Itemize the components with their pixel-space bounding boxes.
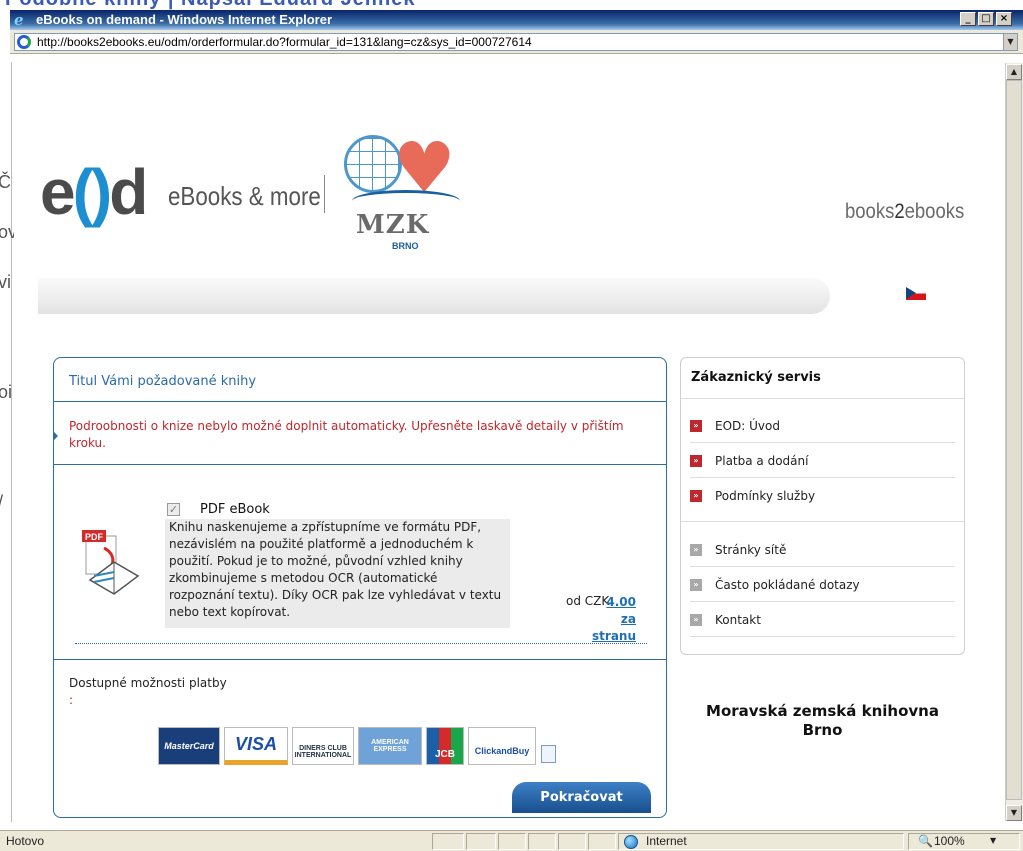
minimize-button[interactable]: _ — [960, 12, 976, 26]
library-name-line: Brno — [802, 721, 843, 739]
sidebar-item-podminky[interactable]: » Podmínky služby — [690, 488, 815, 508]
price-link-line[interactable]: 4.00 za — [588, 594, 636, 628]
window-title: eBooks on demand - Windows Internet Expl… — [36, 12, 333, 27]
document-icon — [541, 745, 556, 763]
pdf-ebook-checkbox[interactable]: ✓ — [167, 503, 180, 516]
pdf-book-icon: PDF — [82, 530, 140, 595]
background-edge: Č ov vi oi / — [0, 62, 17, 822]
double-chevron-icon: » — [690, 420, 702, 432]
brand-part: 2 — [894, 200, 905, 223]
double-chevron-icon: » — [690, 490, 702, 502]
status-cell — [432, 833, 464, 850]
diners-club-icon: DINERS CLUB INTERNATIONAL — [292, 727, 354, 765]
scroll-up-arrow-icon[interactable]: ▲ — [1006, 64, 1022, 80]
scroll-down-arrow-icon[interactable]: ▼ — [1006, 805, 1022, 821]
divider — [54, 464, 666, 465]
background-page: Podobné knihy | Napsal Eduard Jelínek — [0, 0, 1023, 10]
partner-logo-name: MZK — [356, 210, 430, 240]
divider — [690, 636, 955, 637]
divider — [681, 521, 964, 522]
logo-letter: () — [72, 156, 113, 228]
double-chevron-icon: » — [690, 614, 702, 626]
logo-divider — [324, 175, 325, 213]
logo-letter: d — [109, 156, 148, 228]
background-letter: Č — [0, 172, 11, 192]
zoom-level[interactable]: 100% — [934, 834, 965, 848]
sidebar-item-stranky[interactable]: » Stránky sítě — [690, 542, 786, 562]
divider — [690, 601, 955, 602]
sidebar-item-eod-uvod[interactable]: » EOD: Úvod — [690, 418, 780, 438]
clickandbuy-icon: ClickandBuy — [468, 727, 536, 765]
background-banner: Podobné knihy | Napsal Eduard Jelínek — [5, 0, 415, 10]
divider — [690, 566, 955, 567]
divider — [54, 659, 666, 660]
panel-title: Titul Vámi požadované knihy — [69, 374, 257, 389]
logo-tagline: eBooks & more — [168, 181, 321, 211]
visa-icon: VISA — [224, 727, 288, 765]
logo-letter: e — [40, 156, 76, 228]
status-cell — [528, 833, 556, 850]
books2ebooks-logo[interactable]: books2ebooks — [845, 200, 964, 224]
price-link[interactable]: 4.00 za stranu — [588, 594, 636, 645]
warning-arrow-icon — [53, 431, 58, 441]
american-express-icon: AMERICAN EXPRESS — [358, 727, 422, 765]
internet-globe-icon — [624, 835, 638, 849]
zoom-icon: 🔍 — [918, 834, 933, 848]
payment-colon: : — [69, 693, 74, 707]
mastercard-icon: MasterCard — [158, 727, 220, 765]
option-description: Knihu naskenujeme a zpřístupníme ve form… — [165, 519, 510, 628]
library-name: Moravská zemská knihovna Brno — [680, 702, 965, 740]
double-chevron-icon: » — [690, 455, 702, 467]
open-book-icon — [352, 190, 460, 212]
warning-message: Podroobnosti o knize nebylo možné doplni… — [69, 419, 624, 450]
sidebar-item-label: Stránky sítě — [715, 543, 787, 557]
sidebar-item-label: Platba a dodání — [715, 454, 809, 468]
zone-text: Internet — [646, 834, 687, 848]
czech-flag-icon[interactable] — [906, 287, 926, 300]
dotted-divider — [75, 643, 647, 644]
status-cell — [466, 833, 496, 850]
divider — [690, 442, 955, 443]
sidebar-item-label: Kontakt — [715, 613, 761, 627]
status-cell — [498, 833, 526, 850]
brand-part: ebooks — [904, 200, 965, 223]
sidebar-item-platba[interactable]: » Platba a dodání — [690, 453, 808, 473]
refresh-icon[interactable] — [17, 35, 31, 49]
status-cell — [558, 833, 586, 850]
background-letter: / — [0, 492, 3, 513]
sidebar-item-kontakt[interactable]: » Kontakt — [690, 612, 761, 632]
address-dropdown-button[interactable]: ▼ — [1003, 34, 1017, 50]
sidebar-item-label: EOD: Úvod — [715, 419, 780, 433]
divider — [690, 477, 955, 478]
continue-button[interactable]: Pokračovat — [512, 782, 651, 813]
zoom-dropdown-icon[interactable]: ▼ — [990, 836, 996, 845]
sidebar-item-faq[interactable]: » Často pokládané dotazy — [690, 577, 860, 597]
double-chevron-icon: » — [690, 544, 702, 556]
sidebar-item-label: Podmínky služby — [715, 489, 816, 503]
status-text: Hotovo — [6, 834, 45, 848]
divider — [54, 401, 666, 402]
partner-logo-city: BRNO — [392, 241, 419, 251]
double-chevron-icon: » — [690, 579, 702, 591]
scrollbar-thumb[interactable] — [1006, 80, 1022, 800]
window-title-bar[interactable]: eBooks on demand - Windows Internet Expl… — [10, 10, 1023, 30]
background-letter: vi — [0, 272, 11, 292]
svg-text:PDF: PDF — [85, 532, 104, 542]
eod-logo[interactable]: e()d — [40, 160, 148, 224]
status-cell — [588, 833, 616, 850]
url-field[interactable]: http://books2ebooks.eu/odm/orderformular… — [14, 33, 1018, 51]
jcb-icon: JCB — [426, 727, 464, 765]
customer-service-title: Zákaznický servis — [691, 370, 821, 385]
divider — [681, 398, 964, 399]
option-title: PDF eBook — [200, 502, 270, 517]
brand-part: books — [845, 200, 895, 223]
payment-label: Dostupné možnosti platby — [69, 676, 227, 690]
sidebar-item-label: Často pokládané dotazy — [715, 578, 860, 592]
ie-logo-icon: e — [14, 11, 24, 29]
close-button[interactable]: × — [996, 12, 1012, 26]
library-name-line: Moravská zemská knihovna — [706, 702, 939, 720]
maximize-button[interactable]: □ — [978, 12, 994, 26]
navigation-bar — [38, 278, 830, 314]
background-letter: oi — [0, 382, 13, 402]
